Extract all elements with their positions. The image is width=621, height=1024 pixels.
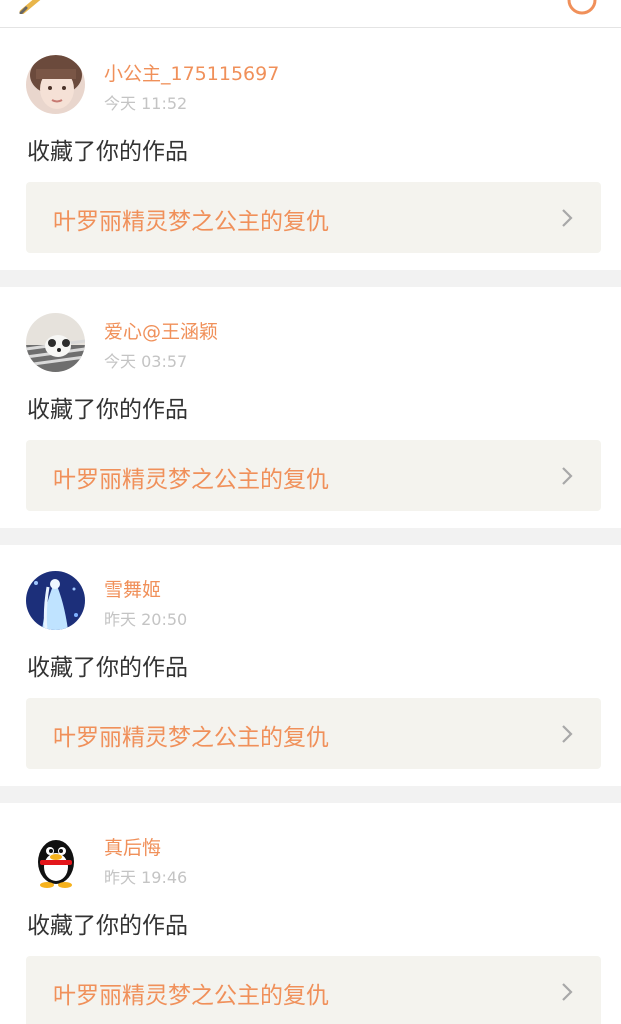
- ice-princess-avatar[interactable]: [26, 571, 85, 630]
- notification-list: 小公主_175115697 今天 11:52 收藏了你的作品 叶罗丽精灵梦之公主…: [0, 29, 621, 1024]
- action-text: 收藏了你的作品: [27, 139, 188, 165]
- work-title: 叶罗丽精灵梦之公主的复仇: [53, 725, 329, 751]
- work-link-button[interactable]: 叶罗丽精灵梦之公主的复仇: [26, 440, 601, 511]
- notification-item[interactable]: 真后悔 昨天 19:46 收藏了你的作品 叶罗丽精灵梦之公主的复仇: [0, 786, 621, 1024]
- username[interactable]: 雪舞姬: [104, 575, 161, 602]
- chevron-right-icon: [562, 467, 573, 485]
- chevron-right-icon: [562, 209, 573, 227]
- notification-item[interactable]: 爱心@王涵颖 今天 03:57 收藏了你的作品 叶罗丽精灵梦之公主的复仇: [0, 270, 621, 528]
- qq-penguin-avatar[interactable]: [26, 829, 85, 888]
- pencil-icon[interactable]: [18, 0, 52, 14]
- work-title: 叶罗丽精灵梦之公主的复仇: [53, 467, 329, 493]
- timestamp: 昨天 20:50: [104, 610, 188, 629]
- notification-item[interactable]: 小公主_175115697 今天 11:52 收藏了你的作品 叶罗丽精灵梦之公主…: [0, 29, 621, 270]
- action-text: 收藏了你的作品: [27, 655, 188, 681]
- notifications-page: 小公主_175115697 今天 11:52 收藏了你的作品 叶罗丽精灵梦之公主…: [0, 0, 621, 1024]
- work-title: 叶罗丽精灵梦之公主的复仇: [53, 209, 329, 235]
- circle-icon[interactable]: [566, 0, 598, 16]
- work-link-button[interactable]: 叶罗丽精灵梦之公主的复仇: [26, 698, 601, 769]
- timestamp: 今天 11:52: [104, 94, 188, 113]
- chevron-right-icon: [562, 983, 573, 1001]
- username[interactable]: 真后悔: [104, 833, 161, 860]
- timestamp: 今天 03:57: [104, 352, 188, 371]
- notification-item[interactable]: 雪舞姬 昨天 20:50 收藏了你的作品 叶罗丽精灵梦之公主的复仇: [0, 528, 621, 786]
- username[interactable]: 小公主_175115697: [104, 59, 279, 86]
- top-nav-bar: [0, 0, 621, 28]
- action-text: 收藏了你的作品: [27, 397, 188, 423]
- timestamp: 昨天 19:46: [104, 868, 188, 887]
- work-link-button[interactable]: 叶罗丽精灵梦之公主的复仇: [26, 182, 601, 253]
- work-title: 叶罗丽精灵梦之公主的复仇: [53, 983, 329, 1009]
- action-text: 收藏了你的作品: [27, 913, 188, 939]
- puppy-photo-avatar[interactable]: [26, 313, 85, 372]
- username[interactable]: 爱心@王涵颖: [104, 317, 218, 344]
- chevron-right-icon: [562, 725, 573, 743]
- work-link-button[interactable]: 叶罗丽精灵梦之公主的复仇: [26, 956, 601, 1024]
- girl-photo-avatar[interactable]: [26, 55, 85, 114]
